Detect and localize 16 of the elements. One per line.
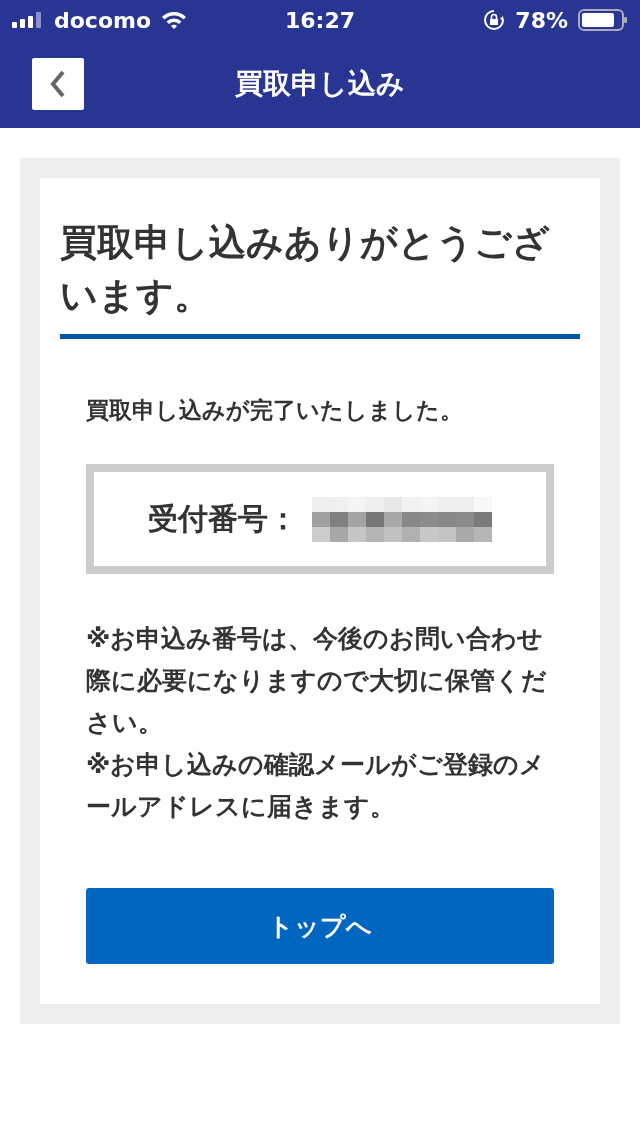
rotation-lock-icon: [483, 9, 506, 31]
signal-icon: [12, 12, 44, 28]
battery-icon: [578, 9, 628, 31]
note-text: ※お申し込みの確認メールがご登録のメールアドレスに届きます。: [86, 749, 547, 823]
top-page-button[interactable]: トップへ: [86, 888, 554, 964]
battery-percent: 78%: [515, 7, 568, 33]
clock-time: 16:27: [285, 7, 355, 33]
page-title: 買取申し込み: [235, 66, 405, 102]
carrier-name: docomo: [54, 7, 152, 33]
receipt-number-label: 受付番号：: [148, 499, 298, 538]
note-text: ※お申込み番号は、今後のお問い合わせ際に必要になりますので大切に保管ください。: [86, 623, 548, 739]
completion-message: 買取申し込みが完了いたしました。: [86, 396, 464, 425]
wifi-icon: [161, 10, 188, 30]
chevron-left-icon: [50, 70, 66, 98]
back-button[interactable]: [32, 58, 84, 110]
thank-you-heading: 買取申し込みありがとうございます。: [60, 216, 580, 339]
